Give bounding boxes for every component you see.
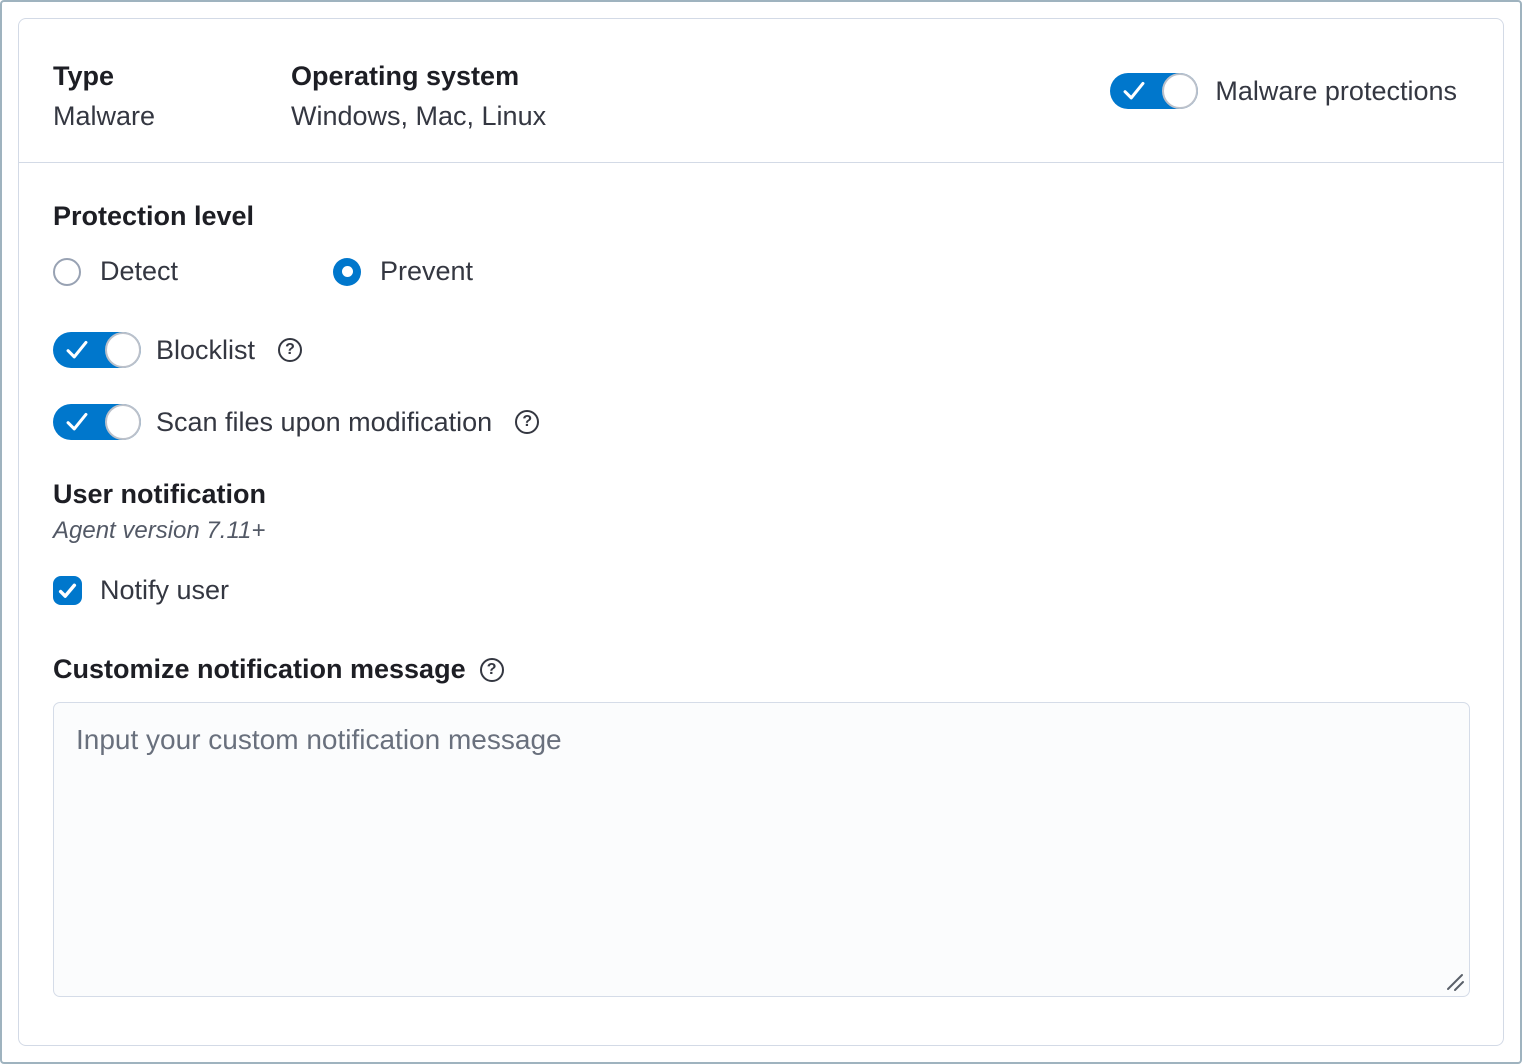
protection-level-radio-group: Detect Prevent <box>53 256 1470 287</box>
page: { "header": { "type_label": "Type", "typ… <box>0 0 1522 1064</box>
switch-check-icon <box>1123 81 1145 101</box>
panel-body: Protection level Detect Prevent Blocklis… <box>19 163 1503 1045</box>
panel-header: Type Malware Operating system Windows, M… <box>19 19 1503 163</box>
blocklist-switch[interactable] <box>53 332 141 368</box>
customize-message-heading-row: Customize notification message ? <box>53 655 1470 684</box>
switch-knob <box>105 404 141 440</box>
textarea-resize-handle[interactable] <box>1441 968 1465 992</box>
notify-user-checkbox-row[interactable]: Notify user <box>53 575 1470 606</box>
malware-protections-switch[interactable] <box>1110 73 1198 109</box>
customize-message-heading: Customize notification message <box>53 655 466 684</box>
type-label: Type <box>53 57 291 96</box>
radio-prevent-icon <box>333 258 361 286</box>
custom-message-textarea[interactable] <box>53 702 1470 997</box>
switch-check-icon <box>66 340 88 360</box>
scan-files-switch[interactable] <box>53 404 141 440</box>
scan-files-label: Scan files upon modification <box>156 407 492 438</box>
switch-check-icon <box>66 412 88 432</box>
radio-prevent-label: Prevent <box>380 256 473 287</box>
notify-user-label: Notify user <box>100 575 229 606</box>
checkbox-check-icon <box>58 583 77 599</box>
radio-detect-icon <box>53 258 81 286</box>
switch-knob <box>105 332 141 368</box>
user-notification-heading: User notification <box>53 480 1470 509</box>
scan-files-toggle-row: Scan files upon modification ? <box>53 404 1470 440</box>
user-notification-section: User notification Agent version 7.11+ No… <box>53 480 1470 606</box>
protection-level-heading: Protection level <box>53 202 1470 231</box>
type-value: Malware <box>53 96 291 136</box>
blocklist-toggle-row: Blocklist ? <box>53 332 1470 368</box>
notify-user-checkbox[interactable] <box>53 576 82 605</box>
malware-protections-panel: Type Malware Operating system Windows, M… <box>18 18 1504 1046</box>
scan-files-help-icon[interactable]: ? <box>515 410 539 434</box>
custom-message-textarea-wrap <box>53 702 1470 997</box>
type-column: Type Malware <box>53 57 291 136</box>
operating-system-column: Operating system Windows, Mac, Linux <box>291 57 546 136</box>
radio-detect-label: Detect <box>100 256 178 287</box>
customize-message-help-icon[interactable]: ? <box>480 658 504 682</box>
malware-protections-toggle-label: Malware protections <box>1215 76 1457 107</box>
switch-knob <box>1162 73 1198 109</box>
malware-protections-toggle-row: Malware protections <box>1110 73 1457 109</box>
operating-system-label: Operating system <box>291 57 546 96</box>
blocklist-help-icon[interactable]: ? <box>278 338 302 362</box>
radio-option-prevent[interactable]: Prevent <box>333 256 473 287</box>
blocklist-label: Blocklist <box>156 335 255 366</box>
agent-version-note: Agent version 7.11+ <box>53 518 1470 544</box>
radio-option-detect[interactable]: Detect <box>53 256 333 287</box>
operating-system-value: Windows, Mac, Linux <box>291 96 546 136</box>
